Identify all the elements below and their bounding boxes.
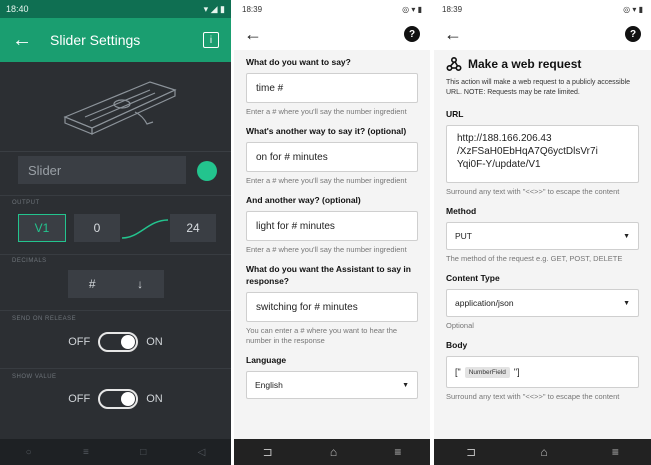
method-label: Method bbox=[446, 206, 477, 216]
pin-selector[interactable]: V1 bbox=[18, 214, 66, 242]
circle-icon[interactable]: ○ bbox=[26, 447, 32, 458]
status-time: 18:40 bbox=[6, 4, 29, 14]
response-input[interactable]: switching for # minutes bbox=[246, 292, 418, 322]
android-nav-bar: ⊐ ⌂ ≡ bbox=[234, 439, 430, 465]
form: Make a web request This action will make… bbox=[434, 50, 651, 402]
toggle-off-label: OFF bbox=[68, 336, 91, 348]
android-nav-bar: ○ ≡ □ ◁ bbox=[0, 439, 231, 465]
decimals-value: # bbox=[88, 277, 96, 291]
app-bar: ← Slider Settings i bbox=[0, 18, 231, 62]
body-label: Body bbox=[446, 340, 468, 350]
method-value: PUT bbox=[455, 231, 472, 241]
hint-text: Enter a # where you'll say the number in… bbox=[246, 245, 407, 254]
caret-down-icon: ▼ bbox=[402, 381, 409, 389]
app-bar: ← ? bbox=[434, 18, 651, 50]
caret-down-icon: ▼ bbox=[623, 232, 630, 240]
decimals-label: DECIMALS bbox=[12, 258, 47, 264]
hint-text: Optional bbox=[446, 321, 474, 330]
arrow-down-icon: ↓ bbox=[137, 277, 144, 291]
help-icon[interactable]: ? bbox=[625, 26, 641, 42]
home-icon[interactable]: ⌂ bbox=[330, 445, 337, 459]
status-icons: ▾ ◢ ▮ bbox=[203, 3, 225, 14]
hint-text: Surround any text with "<<>>" to escape … bbox=[446, 392, 620, 401]
ingredient-chip[interactable]: NumberField bbox=[464, 366, 510, 378]
question-label: What do you want to say? bbox=[246, 57, 351, 67]
help-icon[interactable]: ? bbox=[404, 26, 420, 42]
blynk-slider-settings-screen: 18:40 ▾ ◢ ▮ ← Slider Settings i Slider O… bbox=[0, 0, 231, 465]
widget-name-input[interactable]: Slider bbox=[18, 156, 186, 184]
back-arrow-icon[interactable]: ← bbox=[12, 29, 36, 52]
back-icon[interactable]: ⊐ bbox=[466, 445, 476, 459]
min-value-input[interactable]: 0 bbox=[74, 214, 120, 242]
menu-icon[interactable]: ≡ bbox=[612, 445, 619, 459]
language-label: Language bbox=[246, 355, 287, 365]
send-on-release-label: SEND ON RELEASE bbox=[12, 316, 77, 322]
language-value: English bbox=[255, 380, 283, 390]
app-bar: ← ? bbox=[234, 18, 430, 50]
hint-text: You can enter a # where you want to hear… bbox=[246, 326, 398, 345]
info-icon[interactable]: i bbox=[203, 32, 219, 48]
question-label: And another way? (optional) bbox=[246, 195, 361, 205]
status-bar: 18:39 ◎ ▾ ▮ bbox=[234, 0, 430, 18]
assistant-trigger-screen: 18:39 ◎ ▾ ▮ ← ? What do you want to say?… bbox=[234, 0, 430, 465]
web-request-screen: 18:39 ◎ ▾ ▮ ← ? Make a web request This … bbox=[434, 0, 651, 465]
home-icon[interactable]: ⌂ bbox=[540, 445, 547, 459]
phrase-input-1[interactable]: time # bbox=[246, 73, 418, 103]
range-curve bbox=[121, 219, 169, 239]
title-text: Make a web request bbox=[468, 57, 582, 71]
body-close: "] bbox=[513, 367, 520, 377]
language-select[interactable]: English ▼ bbox=[246, 371, 418, 399]
home-icon[interactable]: □ bbox=[140, 447, 146, 458]
menu-icon[interactable]: ≡ bbox=[83, 447, 89, 458]
back-icon[interactable]: ◁ bbox=[198, 447, 206, 458]
body-input[interactable]: [" NumberField "] bbox=[446, 356, 639, 388]
status-time: 18:39 bbox=[242, 4, 263, 14]
toggle-on-label: ON bbox=[146, 336, 163, 348]
phrase-input-2[interactable]: on for # minutes bbox=[246, 142, 418, 172]
hint-text: Enter a # where you'll say the number in… bbox=[246, 176, 407, 185]
menu-icon[interactable]: ≡ bbox=[394, 445, 401, 459]
hint-text: Surround any text with "<<>>" to escape … bbox=[446, 187, 620, 196]
send-on-release-toggle[interactable] bbox=[98, 332, 139, 352]
method-select[interactable]: PUT ▼ bbox=[446, 222, 639, 250]
status-bar: 18:40 ▾ ◢ ▮ bbox=[0, 0, 231, 18]
url-label: URL bbox=[446, 109, 464, 119]
question-label: What do you want the Assistant to say in… bbox=[246, 264, 411, 286]
content-type-label: Content Type bbox=[446, 273, 500, 283]
hint-text: The method of the request e.g. GET, POST… bbox=[446, 254, 623, 263]
webhooks-icon bbox=[446, 56, 462, 72]
form: What do you want to say? time # Enter a … bbox=[234, 50, 430, 399]
description: This action will make a web request to a… bbox=[446, 79, 631, 96]
decimals-selector[interactable]: # ↓ bbox=[68, 270, 164, 298]
url-input[interactable]: http://188.166.206.43 /XzFSaH0EbHqA7Q6yc… bbox=[446, 125, 639, 183]
question-label: What's another way to say it? (optional) bbox=[246, 126, 407, 136]
output-label: OUTPUT bbox=[12, 200, 40, 206]
show-value-toggle-row: OFF ON bbox=[0, 389, 231, 409]
back-icon[interactable]: ⊐ bbox=[263, 445, 273, 459]
content-type-select[interactable]: application/json ▼ bbox=[446, 289, 639, 317]
show-value-toggle[interactable] bbox=[98, 389, 139, 409]
max-value-input[interactable]: 24 bbox=[170, 214, 216, 242]
status-time: 18:39 bbox=[442, 4, 463, 14]
phrase-input-3[interactable]: light for # minutes bbox=[246, 211, 418, 241]
send-on-release-toggle-row: OFF ON bbox=[0, 332, 231, 352]
back-arrow-icon[interactable]: ← bbox=[244, 24, 262, 45]
page-title: Slider Settings bbox=[50, 32, 141, 48]
hint-text: Enter a # where you'll say the number in… bbox=[246, 107, 407, 116]
caret-down-icon: ▼ bbox=[623, 299, 630, 307]
page-title: Make a web request bbox=[446, 56, 639, 72]
content-type-value: application/json bbox=[455, 298, 514, 308]
body-open: [" bbox=[455, 367, 461, 377]
color-picker-dot[interactable] bbox=[197, 161, 217, 181]
show-value-label: SHOW VALUE bbox=[12, 374, 57, 380]
toggle-on-label: ON bbox=[146, 393, 163, 405]
status-bar: 18:39 ◎ ▾ ▮ bbox=[434, 0, 651, 18]
android-nav-bar: ⊐ ⌂ ≡ bbox=[434, 439, 651, 465]
toggle-off-label: OFF bbox=[68, 393, 91, 405]
status-icons: ◎ ▾ ▮ bbox=[623, 4, 643, 14]
back-arrow-icon[interactable]: ← bbox=[444, 24, 462, 45]
status-icons: ◎ ▾ ▮ bbox=[402, 4, 422, 14]
slider-illustration bbox=[0, 62, 231, 152]
